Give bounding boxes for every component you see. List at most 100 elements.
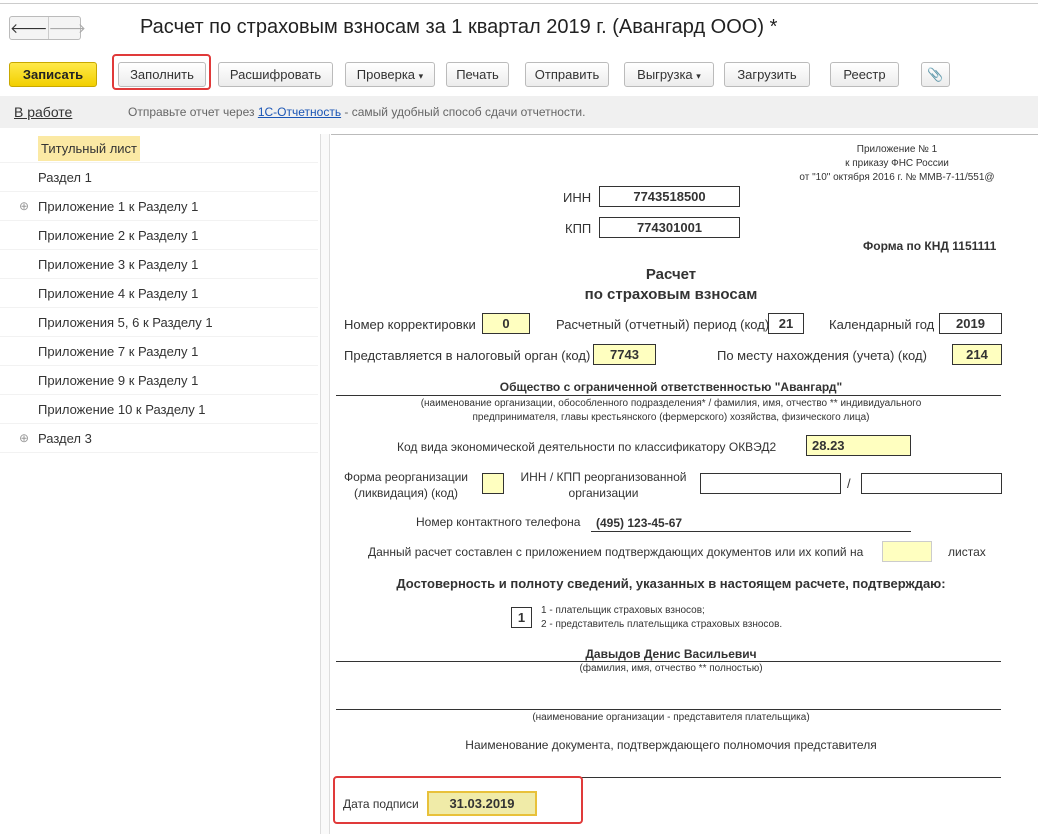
correction-label: Номер корректировки — [344, 317, 476, 332]
tree-item[interactable]: Приложение 2 к Разделу 1 — [0, 221, 318, 250]
expand-icon[interactable]: ⊕ — [19, 192, 29, 221]
info-text: - самый удобный способ сдачи отчетности. — [341, 105, 586, 119]
underline — [336, 395, 1001, 396]
print-button[interactable]: Печать — [446, 62, 509, 87]
inn-label: ИНН — [563, 190, 592, 205]
knd-code: Форма по КНД 1151111 — [863, 239, 997, 253]
import-button[interactable]: Загрузить — [724, 62, 810, 87]
form-sheet: Приложение № 1 к приказу ФНС России от "… — [331, 134, 1038, 834]
correction-field[interactable]: 0 — [482, 313, 530, 334]
underline — [336, 661, 1001, 662]
underline — [591, 531, 911, 532]
tree-item[interactable]: ⊕ Приложение 1 к Разделу 1 — [0, 192, 318, 221]
tree-item-label: Приложение 10 к Разделу 1 — [38, 402, 206, 417]
header-line: к приказу ФНС России — [845, 158, 949, 169]
header-line: Приложение № 1 — [856, 144, 938, 155]
hint-line: предпринимателя, главы крестьянского (фе… — [472, 412, 870, 423]
confirm-heading: Достоверность и полноту сведений, указан… — [396, 576, 946, 591]
signer-options: 1 - плательщик страховых взносов; 2 - пр… — [541, 604, 782, 632]
tree-item-label: Приложение 1 к Разделу 1 — [38, 199, 199, 214]
forward-button[interactable]: 🡒 — [47, 17, 86, 39]
title-line: Расчет — [645, 266, 697, 283]
tree-item-label: Титульный лист — [38, 136, 141, 161]
phone-field[interactable]: (495) 123-45-67 — [596, 516, 682, 530]
reorg-inn-label: ИНН / КПП реорганизованной организации — [516, 469, 691, 501]
tree-item-label: Приложение 9 к Разделу 1 — [38, 373, 199, 388]
tree-item-label: Приложение 2 к Разделу 1 — [38, 228, 199, 243]
tree-item[interactable]: Раздел 1 — [0, 163, 318, 192]
export-label: Выгрузка — [637, 67, 693, 82]
rep-hint: (наименование организации - представител… — [532, 712, 810, 723]
doc-label: Наименование документа, подтверждающего … — [465, 738, 877, 752]
signer-name[interactable]: Давыдов Денис Васильевич — [331, 647, 1011, 661]
org-hint: (наименование организации, обособленного… — [331, 397, 1011, 425]
phone-label: Номер контактного телефона — [416, 515, 581, 529]
attach-icon[interactable]: 📎 — [921, 62, 950, 87]
pages-label: Данный расчет составлен с приложением по… — [368, 545, 864, 559]
pages-field[interactable] — [882, 541, 932, 562]
info-message: Отправьте отчет через 1С-Отчетность - са… — [128, 105, 585, 119]
underline — [336, 709, 1001, 710]
label-line: Форма реорганизации — [344, 470, 468, 484]
panel-splitter[interactable] — [320, 134, 330, 834]
expand-icon[interactable]: ⊕ — [19, 424, 29, 453]
reorg-field[interactable] — [482, 473, 504, 494]
label-line: (ликвидация) (код) — [354, 486, 458, 500]
separator: / — [847, 476, 851, 491]
window-title: Расчет по страховым взносам за 1 квартал… — [140, 16, 778, 38]
tree-item-label: Приложение 4 к Разделу 1 — [38, 286, 199, 301]
tree-item-label: Приложения 5, 6 к Разделу 1 — [38, 315, 213, 330]
info-text: Отправьте отчет через — [128, 105, 258, 119]
tree-item-label: Раздел 1 — [38, 170, 92, 185]
place-field[interactable]: 214 — [952, 344, 1002, 365]
sections-tree: Титульный лист Раздел 1 ⊕ Приложение 1 к Ра… — [0, 134, 318, 834]
tree-item[interactable]: Приложение 4 к Разделу 1 — [0, 279, 318, 308]
reporting-link[interactable]: 1С-Отчетность — [258, 105, 341, 119]
check-button[interactable]: Проверка ▾ — [345, 62, 435, 87]
navigation-buttons: 🡐 🡒 — [9, 16, 86, 40]
reorg-kpp-field[interactable] — [861, 473, 1002, 494]
tree-item[interactable]: Приложение 3 к Разделу 1 — [0, 250, 318, 279]
tree-item[interactable]: Приложения 5, 6 к Разделу 1 — [0, 308, 318, 337]
send-button[interactable]: Отправить — [525, 62, 609, 87]
decode-button[interactable]: Расшифровать — [218, 62, 333, 87]
registry-button[interactable]: Реестр — [830, 62, 899, 87]
title-line: по страховым взносам — [584, 286, 758, 303]
dropdown-icon: ▾ — [696, 71, 701, 81]
period-field[interactable]: 21 — [768, 313, 804, 334]
tax-office-label: Представляется в налоговый орган (код) — [344, 348, 591, 363]
reorg-inn-field[interactable] — [700, 473, 841, 494]
pages-suffix: листах — [948, 545, 986, 559]
date-field[interactable]: 31.03.2019 — [427, 791, 537, 816]
tree-item[interactable]: Приложение 10 к Разделу 1 — [0, 395, 318, 424]
header-line: от "10" октября 2016 г. № ММВ-7-11/551@ — [799, 172, 995, 183]
top-border — [0, 0, 1038, 4]
organization-name[interactable]: Общество с ограниченной ответственностью… — [331, 380, 1011, 394]
tree-item[interactable]: Приложение 9 к Разделу 1 — [0, 366, 318, 395]
option-line: 2 - представитель плательщика страховых … — [541, 619, 783, 630]
tax-office-field[interactable]: 7743 — [593, 344, 656, 365]
kpp-label: КПП — [565, 221, 592, 236]
hint-line: (наименование организации, обособленного… — [420, 398, 922, 409]
place-label: По месту нахождения (учета) (код) — [717, 348, 927, 363]
form-title: Расчет по страховым взносам — [331, 265, 1011, 305]
export-button[interactable]: Выгрузка ▾ — [624, 62, 714, 87]
back-button[interactable]: 🡐 — [10, 17, 48, 39]
tree-item[interactable]: ⊕ Раздел 3 — [0, 424, 318, 453]
inn-field[interactable]: 7743518500 — [599, 186, 740, 207]
tree-item-label: Раздел 3 — [38, 431, 92, 446]
form-header: Приложение № 1 к приказу ФНС России от "… — [799, 143, 994, 185]
tree-item[interactable]: Приложение 7 к Разделу 1 — [0, 337, 318, 366]
option-line: 1 - плательщик страховых взносов; — [541, 605, 705, 616]
fio-hint: (фамилия, имя, отчество ** полностью) — [579, 663, 763, 674]
fill-button[interactable]: Заполнить — [118, 62, 206, 87]
tree-item[interactable]: Титульный лист — [0, 134, 318, 163]
status-link[interactable]: В работе — [14, 104, 72, 120]
kpp-field[interactable]: 774301001 — [599, 217, 740, 238]
year-field[interactable]: 2019 — [939, 313, 1002, 334]
save-button[interactable]: Записать — [9, 62, 97, 87]
check-label: Проверка — [356, 67, 416, 82]
signer-field[interactable]: 1 — [511, 607, 532, 628]
reorg-label: Форма реорганизации (ликвидация) (код) — [331, 469, 481, 501]
okved-field[interactable]: 28.23 — [806, 435, 911, 456]
